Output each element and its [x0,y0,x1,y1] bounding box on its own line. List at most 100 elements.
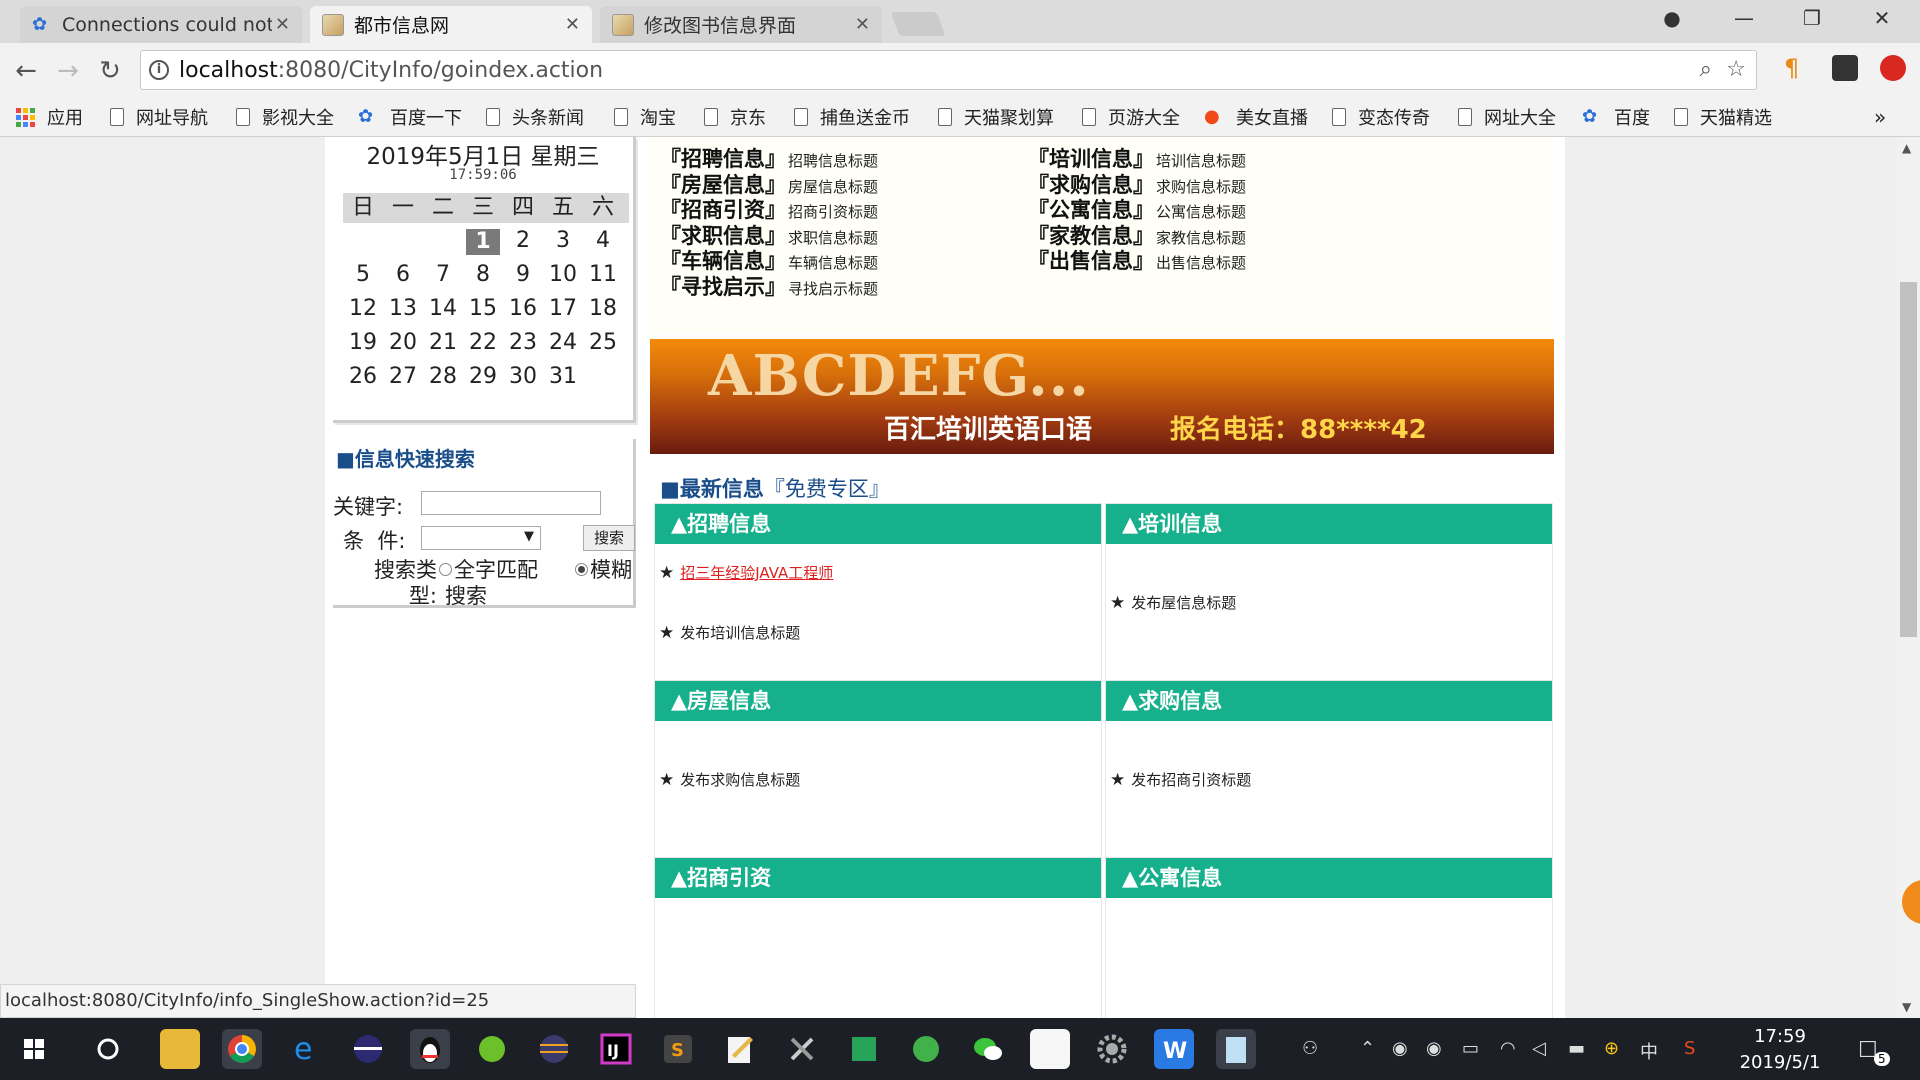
close-icon[interactable]: ✕ [275,14,290,35]
bookmark-item[interactable]: 京东 [704,103,766,131]
calendar-day[interactable]: 11 [583,259,623,291]
panel-item-text[interactable]: 发布招商引资标题 [1131,771,1251,789]
address-bar[interactable]: i localhost:8080/CityInfo/goindex.action… [140,50,1757,90]
calendar-day[interactable]: 30 [503,361,543,393]
category-link[interactable]: 『出售信息』 出售信息标题 [1028,245,1246,275]
sublime-icon[interactable]: S [658,1029,698,1069]
calendar-day[interactable]: 8 [463,259,503,291]
ime-indicator[interactable]: 中 [1640,1038,1658,1064]
tab-cityinfo[interactable]: 都市信息网 ✕ [310,6,592,43]
bookmark-item[interactable]: 天猫聚划算 [938,103,1054,131]
panel-item[interactable]: ★ 发布求购信息标题 [659,769,800,790]
calendar-day[interactable]: 3 [543,225,583,259]
bookmark-item[interactable]: ✿ 百度 [1582,103,1650,131]
refresh-green-icon[interactable] [906,1029,946,1069]
extension-pilcrow-icon[interactable]: ¶ [1784,55,1810,81]
panel-header[interactable]: ▲房屋信息 [655,681,1101,721]
windows-start-icon[interactable] [14,1029,54,1069]
baidu-netdisk-icon[interactable] [1030,1029,1070,1069]
bookmark-item[interactable]: ● 美女直播 [1204,103,1308,131]
calendar-day[interactable]: 14 [423,293,463,325]
scrollbar-thumb[interactable] [1900,282,1917,637]
taskbar-clock[interactable]: 17:59 2019/5/1 [1720,1024,1840,1076]
volume-icon[interactable]: ◁ [1532,1038,1546,1059]
battery-icon[interactable]: ▬ [1568,1038,1585,1059]
intellij-icon[interactable]: IJ [596,1029,636,1069]
scroll-up-icon[interactable]: ▲ [1902,141,1911,155]
restore-button[interactable]: ❐ [1792,6,1832,30]
eclipse-ide-icon[interactable] [534,1029,574,1069]
ad-banner[interactable]: ABCDEFG... 百汇培训英语口语 报名电话：88****42 [650,339,1554,454]
category-title[interactable]: 家教信息标题 [1156,229,1246,247]
category-title[interactable]: 公寓信息标题 [1156,203,1246,221]
calendar-day[interactable]: 9 [503,259,543,291]
add-icon[interactable]: ⊕ [1604,1038,1619,1059]
search-button[interactable]: 搜索 [583,525,635,551]
calendar-day[interactable]: 26 [343,361,383,393]
scroll-down-icon[interactable]: ▼ [1902,1000,1911,1014]
tab-connections[interactable]: ✿ Connections could not ✕ [20,6,302,43]
people-icon[interactable]: ⚇ [1302,1038,1318,1059]
star-icon[interactable]: ☆ [1726,57,1746,82]
calendar-day[interactable]: 23 [503,327,543,359]
panel-item-text[interactable]: 发布培训信息标题 [680,624,800,642]
profile-icon[interactable]: ● [1652,6,1692,30]
radio-exact[interactable] [439,563,452,576]
wifi-icon[interactable]: ◠ [1500,1038,1516,1059]
calendar-day[interactable]: 28 [423,361,463,393]
extension-glasses-icon[interactable] [1832,55,1858,81]
close-icon[interactable]: ✕ [565,14,580,35]
radio-fuzzy[interactable] [575,563,588,576]
bookmark-item[interactable]: 天猫精选 [1674,103,1772,131]
category-title[interactable]: 车辆信息标题 [788,254,878,272]
calendar-day[interactable]: 18 [583,293,623,325]
minimize-button[interactable]: — [1724,6,1764,30]
category-title[interactable]: 招聘信息标题 [788,152,878,170]
panel-item[interactable]: ★ 发布屋信息标题 [1110,592,1236,613]
wechat-icon[interactable] [968,1029,1008,1069]
green-leaf-app-icon[interactable] [472,1029,512,1069]
file-explorer-icon[interactable] [160,1029,200,1069]
panel-header[interactable]: ▲培训信息 [1106,504,1552,544]
category-title[interactable]: 培训信息标题 [1156,152,1246,170]
bookmark-item[interactable]: 捕鱼送金币 [794,103,910,131]
qq-tray-icon-2[interactable]: ◉ [1426,1038,1442,1059]
calendar-day[interactable]: 17 [543,293,583,325]
extension-upload-icon[interactable] [1880,55,1906,81]
category-title[interactable]: 寻找启示标题 [788,280,878,298]
panel-header[interactable]: ▲招商引资 [655,858,1101,898]
panel-header[interactable]: ▲求购信息 [1106,681,1552,721]
option-exact[interactable]: 全字匹配 [435,557,538,583]
document-viewer-icon[interactable] [1216,1029,1256,1069]
calendar-day[interactable]: 22 [463,327,503,359]
close-icon[interactable]: ✕ [855,14,870,35]
bookmark-item[interactable]: 网址导航 [110,103,208,131]
bookmark-item[interactable]: 页游大全 [1082,103,1180,131]
calendar-day[interactable]: 4 [583,225,623,259]
condition-select[interactable]: ▼ [421,526,541,550]
bookmark-item[interactable]: ✿ 百度一下 [358,103,462,131]
tools-icon[interactable] [782,1029,822,1069]
bookmark-item[interactable]: 变态传奇 [1332,103,1430,131]
category-title[interactable]: 求职信息标题 [788,229,878,247]
eclipse-icon[interactable] [348,1029,388,1069]
calendar-day[interactable]: 5 [343,259,383,291]
calendar-day[interactable]: 16 [503,293,543,325]
forward-arrow-icon[interactable]: → [50,53,86,89]
calendar-day[interactable]: 15 [463,293,503,325]
calendar-day[interactable]: 21 [423,327,463,359]
calendar-day[interactable]: 29 [463,361,503,393]
info-icon[interactable]: i [149,60,169,80]
search-cortana-icon[interactable] [88,1029,128,1069]
calendar-day[interactable]: 7 [423,259,463,291]
calendar-day[interactable]: 24 [543,327,583,359]
back-arrow-icon[interactable]: ← [8,53,44,89]
qq-tray-icon[interactable]: ◉ [1392,1038,1408,1059]
calendar-day[interactable]: 19 [343,327,383,359]
calendar-day[interactable]: 10 [543,259,583,291]
calendar-day-today[interactable]: 1 [466,229,500,255]
panel-item-text[interactable]: 发布求购信息标题 [680,771,800,789]
bookmark-item[interactable]: 影视大全 [236,103,334,131]
zoom-search-icon[interactable]: ⌕ [1700,57,1712,82]
calendar-day[interactable]: 6 [383,259,423,291]
